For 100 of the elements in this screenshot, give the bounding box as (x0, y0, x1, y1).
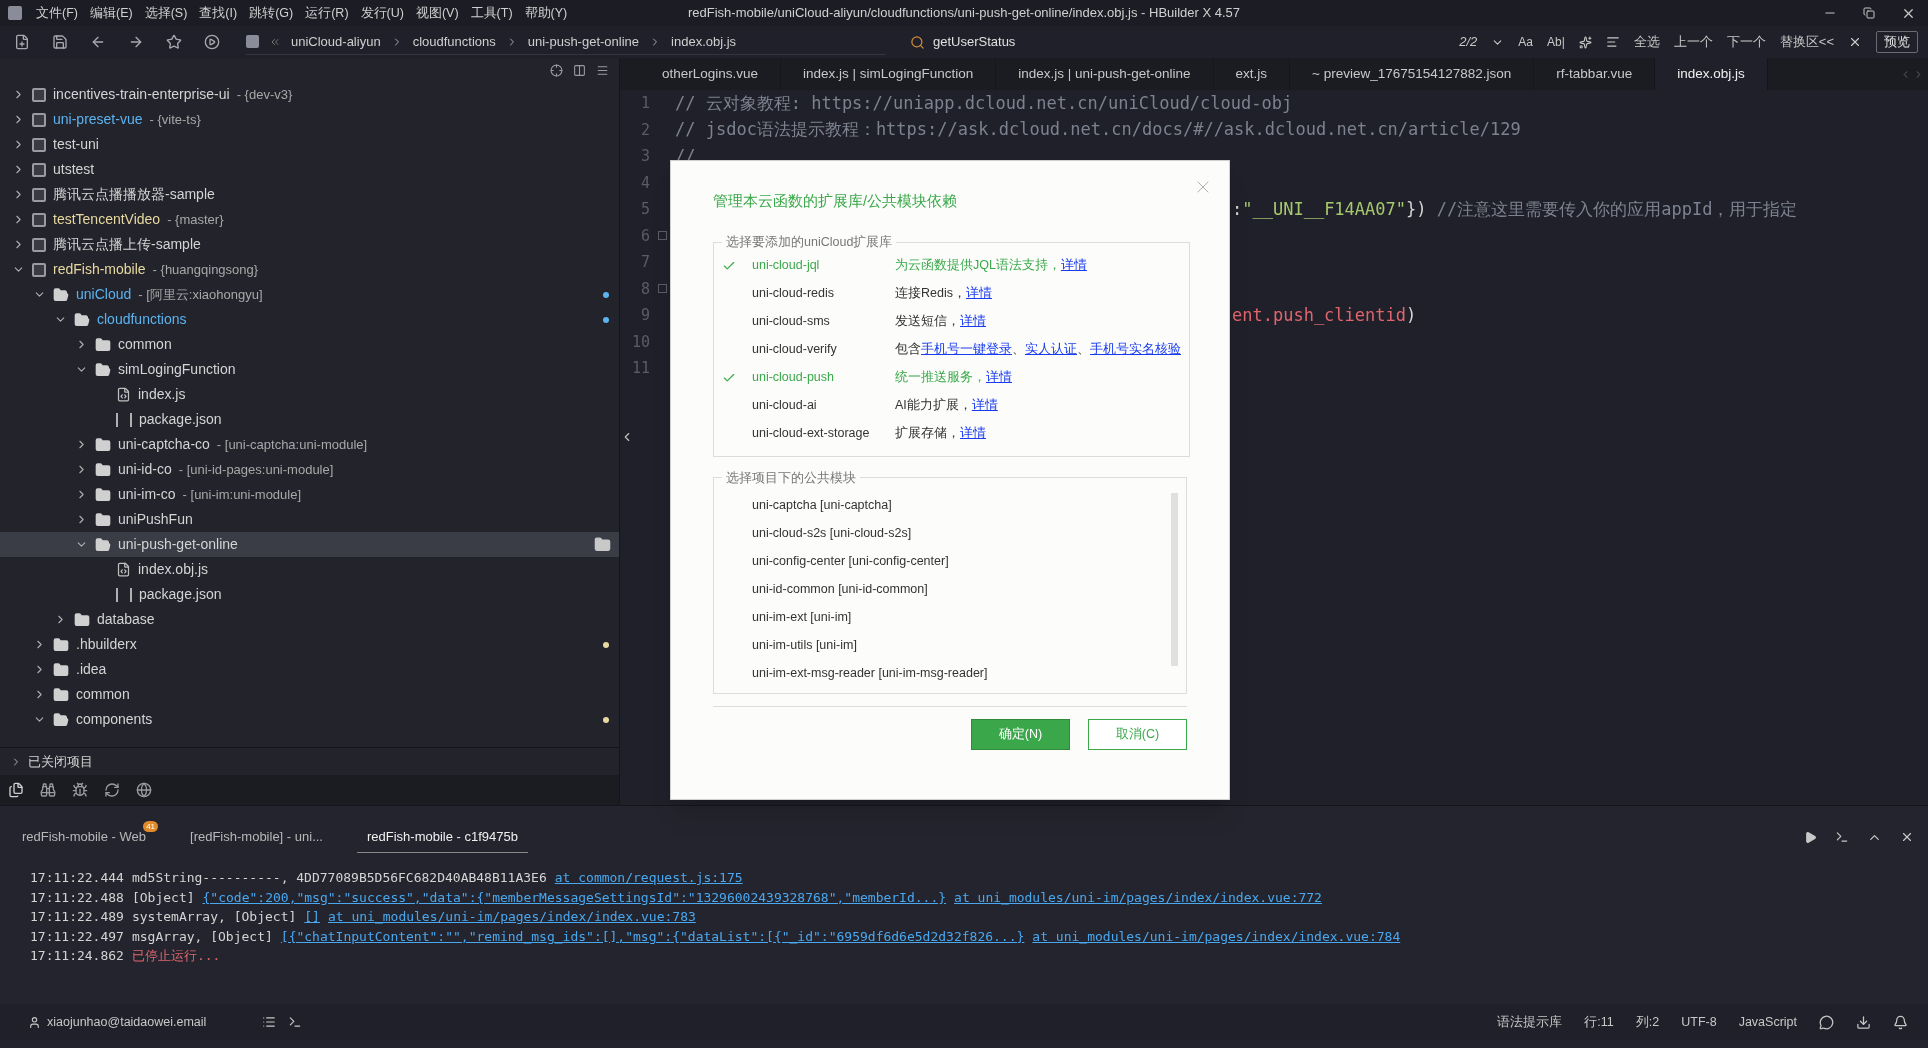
account-email[interactable]: xiaojunhao@taidaowei.email (47, 1012, 207, 1032)
tree-item[interactable]: simLogingFunction (0, 357, 619, 382)
new-file-icon[interactable] (14, 34, 30, 50)
terminal-icon[interactable] (1835, 830, 1849, 844)
star-icon[interactable] (166, 34, 182, 50)
close-icon[interactable] (1848, 35, 1862, 49)
tree-item[interactable]: components (0, 707, 619, 732)
status-item[interactable]: 列:2 (1635, 1012, 1660, 1032)
breadcrumb-item[interactable]: uniCloud-aliyun (291, 31, 381, 52)
editor-tab[interactable]: ext.js (1213, 58, 1291, 90)
tree-item[interactable]: uniPushFun (0, 507, 619, 532)
run-icon[interactable] (204, 34, 220, 50)
extension-row[interactable]: uni-cloud-ai AI能力扩展，详情 (722, 391, 1181, 420)
wrap-icon[interactable] (1605, 35, 1620, 49)
tree-item[interactable]: uni-id-co - [uni-id-pages:uni-module] (0, 457, 619, 482)
menu-item[interactable]: 查找(I) (199, 3, 238, 23)
tree-item[interactable]: .idea (0, 657, 619, 682)
editor-tab[interactable]: ~ preview_17675154127882.json (1290, 58, 1535, 90)
console-tab[interactable]: [redFish-mobile] - uni... (180, 821, 333, 853)
tree-item[interactable]: index.obj.js (0, 557, 619, 582)
back-icon[interactable] (90, 34, 106, 50)
editor-tab[interactable]: index.js | uni-push-get-online (996, 58, 1214, 90)
menu-item[interactable]: 发行(U) (360, 3, 404, 23)
refresh-icon[interactable] (104, 782, 120, 798)
tree-item[interactable]: database (0, 607, 619, 632)
tree-item[interactable]: common (0, 682, 619, 707)
status-item[interactable]: JavaScript (1738, 1012, 1797, 1032)
module-item[interactable]: uni-id-common [uni-id-common] (752, 579, 928, 599)
tree-item[interactable]: package.json (0, 582, 619, 607)
extension-row[interactable]: uni-cloud-verify 包含手机号一键登录、实人认证、手机号实名核验 (722, 335, 1181, 364)
fold-marker-icon[interactable] (658, 231, 667, 241)
tree-item[interactable]: uni-im-co - [uni-im:uni-module] (0, 482, 619, 507)
log-link[interactable]: at uni_modules/uni-im/pages/index/index.vue:772 (954, 887, 1322, 908)
menu-item[interactable]: 选择(S) (144, 3, 188, 23)
tree-item[interactable]: uniCloud - [阿里云:xiaohongyu] (0, 282, 619, 307)
restore-icon[interactable] (1863, 7, 1875, 19)
bug-icon[interactable] (72, 782, 88, 798)
status-item[interactable]: 行:11 (1584, 1012, 1614, 1032)
tree-item[interactable]: 腾讯云点播播放器-sample (0, 182, 619, 207)
find-option[interactable]: Ab| (1547, 33, 1565, 51)
collapse-icon[interactable] (573, 63, 586, 77)
menu-icon[interactable] (596, 63, 609, 77)
module-item[interactable]: uni-im-ext [uni-im] (752, 607, 852, 627)
menu-item[interactable]: 工具(T) (470, 3, 513, 23)
scrollbar-thumb[interactable] (1171, 493, 1178, 667)
find-action[interactable]: 上一个 (1673, 32, 1713, 52)
status-item[interactable]: 语法提示库 (1497, 1012, 1563, 1032)
find-option[interactable]: Aa (1518, 33, 1533, 51)
tree-item[interactable]: uni-captcha-co - [uni-captcha:uni-module] (0, 432, 619, 457)
extension-row[interactable]: uni-cloud-jql 为云函数提供JQL语法支持，详情 (722, 251, 1181, 280)
find-action[interactable]: 全选 (1633, 32, 1660, 52)
log-link[interactable]: [] (304, 907, 320, 927)
menu-item[interactable]: 运行(R) (305, 3, 349, 23)
breadcrumb-item[interactable]: cloudfunctions (412, 31, 496, 52)
log-link[interactable]: at uni_modules/uni-im/pages/index/index.vue:783 (327, 907, 696, 927)
fold-marker-icon[interactable] (658, 284, 667, 294)
tree-item[interactable]: incentives-train-enterprise-ui - {dev-v3} (0, 82, 619, 107)
tree-item[interactable]: .hbuilderx (0, 632, 619, 657)
tree-item[interactable]: redFish-mobile - {huangqingsong} (0, 257, 619, 282)
tree-item[interactable]: test-uni (0, 132, 619, 157)
breadcrumb-item[interactable]: index.obj.js (671, 31, 737, 52)
regex-icon[interactable] (1578, 35, 1592, 49)
editor-tab[interactable]: index.obj.js (1655, 58, 1768, 90)
binoculars-icon[interactable] (40, 782, 56, 798)
tree-item[interactable]: testTencentVideo - {master} (0, 207, 619, 232)
breadcrumb-item[interactable]: uni-push-get-online (527, 31, 640, 52)
log-link[interactable]: at common/request.js:175 (554, 868, 743, 888)
extension-row[interactable]: uni-cloud-redis 连接Redis，详情 (722, 279, 1181, 308)
search-field[interactable]: getUserStatus (933, 32, 1333, 52)
bell-icon[interactable] (1893, 1014, 1908, 1030)
console-tab[interactable]: redFish-mobile - c1f9475b (356, 821, 528, 853)
log-link[interactable]: at uni_modules/uni-im/pages/index/index.vue:784 (1032, 926, 1401, 947)
tree-item[interactable]: uni-push-get-online (0, 532, 619, 557)
editor-tab[interactable]: otherLogins.vue (640, 58, 782, 90)
module-item[interactable]: uni-config-center [uni-config-center] (752, 551, 949, 571)
log-link[interactable]: {"code":200,"msg":"success","data":{"memberMessageSettingsId":"13296002439328768","memberId...} (202, 887, 947, 908)
console-tab[interactable]: redFish-mobile - Web 41 (12, 821, 157, 853)
module-item[interactable]: uni-captcha [uni-captcha] (752, 495, 892, 515)
menu-item[interactable]: 跳转(G) (249, 3, 294, 23)
globe-icon[interactable] (136, 782, 152, 798)
download-icon[interactable] (1856, 1014, 1871, 1030)
save-icon[interactable] (52, 34, 68, 50)
editor-tab[interactable]: index.js | simLogingFunction (781, 58, 997, 90)
extension-row[interactable]: uni-cloud-sms 发送短信，详情 (722, 307, 1181, 336)
find-action[interactable]: 下一个 (1726, 32, 1766, 52)
tree-item[interactable]: common (0, 332, 619, 357)
terminal-icon[interactable] (288, 1015, 303, 1029)
extension-row[interactable]: uni-cloud-ext-storage 扩展存储，详情 (722, 419, 1181, 448)
module-item[interactable]: uni-im-ext-msg-reader [uni-im-msg-reader] (752, 663, 988, 683)
menu-item[interactable]: 视图(V) (415, 3, 459, 23)
folder-icon[interactable] (594, 536, 611, 553)
menu-item[interactable]: 帮助(Y) (524, 3, 568, 23)
close-icon[interactable] (1900, 830, 1914, 844)
forward-icon[interactable] (128, 34, 144, 50)
tree-item[interactable]: 腾讯云点播上传-sample (0, 232, 619, 257)
menu-item[interactable]: 编辑(E) (89, 3, 133, 23)
find-action[interactable]: 替换区<< (1779, 32, 1834, 52)
tree-item[interactable]: index.js (0, 382, 619, 407)
closed-projects-label[interactable]: 已关闭项目 (28, 751, 93, 772)
locate-icon[interactable] (550, 63, 563, 77)
